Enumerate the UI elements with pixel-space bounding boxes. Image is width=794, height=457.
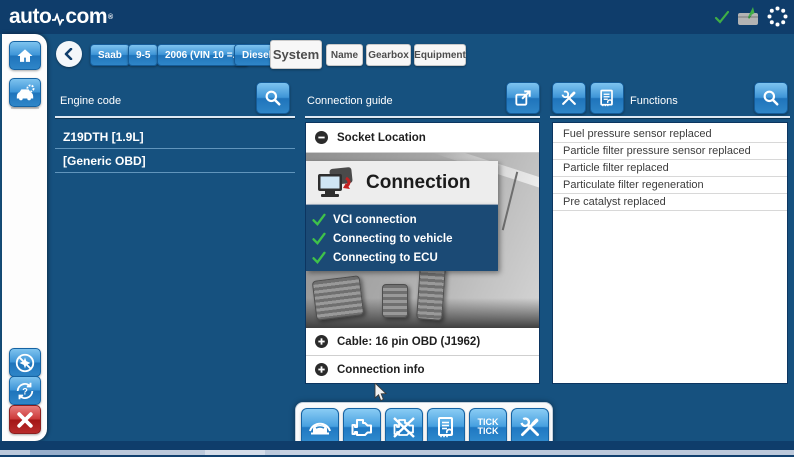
window-bottom-edge: [0, 441, 794, 450]
tab-system[interactable]: System: [270, 40, 322, 69]
titlebar: auto com ®: [0, 0, 794, 34]
connection-step: Connecting to vehicle: [312, 229, 498, 248]
tab-gearbox[interactable]: Gearbox: [366, 44, 411, 66]
connection-step: VCI connection: [312, 210, 498, 229]
function-item[interactable]: Fuel pressure sensor replaced: [553, 126, 787, 143]
pulse-icon: [52, 13, 64, 26]
sidebar: ?: [2, 34, 47, 441]
check-icon: [312, 213, 326, 226]
functions-tools-button[interactable]: [552, 82, 586, 114]
socket-location-photo: Connection VCI connection Connecting to …: [306, 153, 539, 328]
functions-search-button[interactable]: [754, 82, 788, 114]
functions-panel: Fuel pressure sensor replaced Particle f…: [552, 122, 788, 384]
open-external-icon: [513, 88, 533, 108]
back-icon: [63, 48, 75, 60]
autocom-logo: auto com ®: [9, 5, 113, 29]
pedal: [416, 265, 446, 321]
function-item[interactable]: Particle filter replaced: [553, 160, 787, 177]
tab-name[interactable]: Name: [326, 44, 363, 66]
home-icon: [15, 46, 35, 66]
functions-panel-divider: [550, 116, 790, 118]
close-icon: [15, 410, 35, 430]
functions-title: Functions: [630, 95, 678, 107]
connection-guide-title: Connection guide: [307, 95, 393, 107]
service-record-icon: [597, 88, 617, 108]
connection-overlay-header: Connection: [306, 161, 498, 205]
exit-button[interactable]: [9, 405, 41, 434]
loading-spinner-icon: [767, 6, 788, 27]
sidebar-divider: [11, 107, 39, 109]
svg-text:?: ?: [22, 386, 28, 396]
search-icon: [761, 88, 781, 108]
engine-code-item[interactable]: Z19DTH [1.9L]: [55, 125, 295, 149]
update-inbox-icon: [737, 7, 760, 26]
accordion-label: Cable: 16 pin OBD (J1962): [337, 336, 480, 348]
help-icon: ?: [14, 380, 36, 402]
vehicle-diagnostics-icon: [14, 83, 36, 103]
mouse-cursor: [374, 383, 388, 403]
accordion-cable[interactable]: Cable: 16 pin OBD (J1962): [306, 328, 539, 356]
engine-panel-divider: [55, 116, 295, 118]
function-item[interactable]: Pre catalyst replaced: [553, 194, 787, 211]
function-item[interactable]: Particle filter pressure sensor replaced: [553, 143, 787, 160]
connection-guide-panel: Socket Location Connection: [305, 122, 540, 384]
engine-code-title: Engine code: [60, 95, 121, 107]
tab-equipment[interactable]: Equipment: [414, 44, 466, 66]
tools-icon: [559, 88, 579, 108]
connection-step: Connecting to ECU: [312, 248, 498, 267]
accordion-connection-info[interactable]: Connection info: [306, 356, 539, 383]
connection-panel-divider: [305, 116, 540, 118]
search-icon: [263, 88, 283, 108]
breadcrumb-make[interactable]: Saab: [90, 44, 130, 66]
accordion-label: Socket Location: [337, 132, 426, 144]
expand-icon: [315, 363, 328, 376]
help-button[interactable]: ?: [9, 376, 41, 405]
accordion-label: Connection info: [337, 364, 425, 376]
breadcrumb-model[interactable]: 9-5: [128, 44, 158, 66]
connection-overlay-title: Connection: [366, 172, 471, 194]
logo-text-left: auto: [9, 5, 51, 29]
expand-icon: [315, 335, 328, 348]
engine-off-icon: [391, 414, 417, 440]
tools-icon: [517, 414, 543, 440]
function-item[interactable]: Particulate filter regeneration: [553, 177, 787, 194]
accordion-socket-location[interactable]: Socket Location: [306, 123, 539, 153]
engine-icon: [349, 414, 375, 440]
pedal: [382, 284, 408, 318]
engine-code-search-button[interactable]: [256, 82, 290, 114]
home-button[interactable]: [9, 41, 41, 70]
check-icon: [312, 232, 326, 245]
logo-text-right: com: [65, 5, 107, 29]
connection-guide-export-button[interactable]: [506, 82, 540, 114]
collapse-icon: [315, 131, 328, 144]
airplane-off-icon: [14, 352, 36, 374]
vehicle-icon: [307, 414, 333, 440]
back-button[interactable]: [56, 41, 82, 67]
registered-mark: ®: [108, 14, 113, 21]
pedal: [312, 275, 365, 321]
connection-steps: VCI connection Connecting to vehicle Con…: [306, 205, 498, 271]
service-record-icon: [434, 415, 458, 439]
vehicle-diagnostics-button[interactable]: [9, 78, 41, 107]
check-icon: [312, 251, 326, 264]
vci-computer-icon: [316, 166, 356, 200]
tick-tick-icon: TICK TICK: [478, 418, 499, 436]
functions-service-record-button[interactable]: [590, 82, 624, 114]
success-check-icon: [714, 9, 730, 25]
engine-code-item[interactable]: [Generic OBD]: [55, 149, 295, 173]
airplane-mode-button[interactable]: [9, 348, 41, 377]
